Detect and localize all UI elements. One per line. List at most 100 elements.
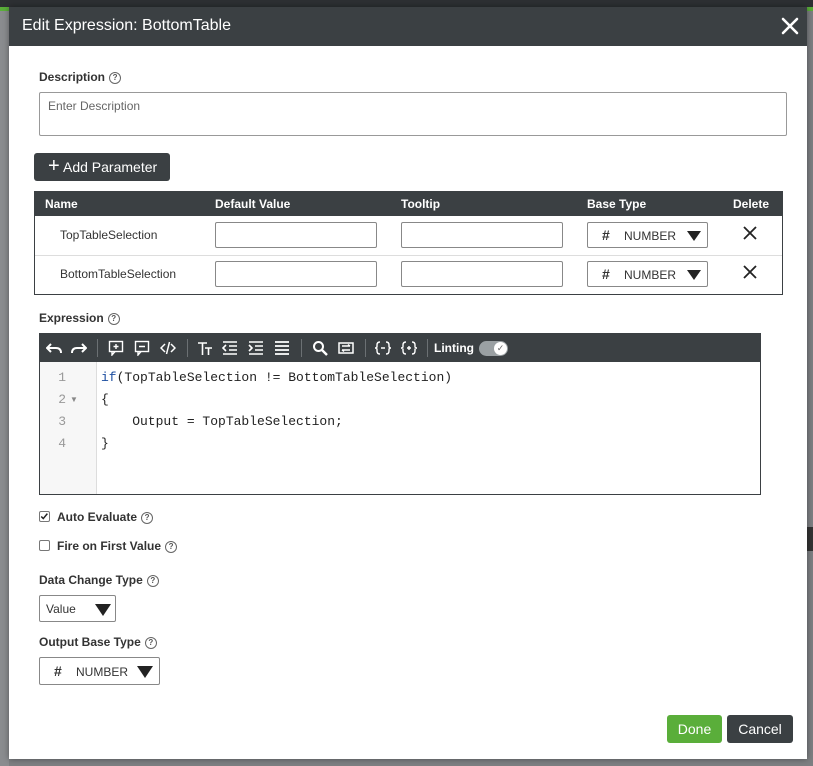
toolbar-divider bbox=[301, 339, 302, 357]
toolbar-divider bbox=[187, 339, 188, 357]
linting-label: Linting bbox=[434, 341, 474, 355]
replace-icon[interactable] bbox=[338, 340, 354, 356]
toolbar-divider bbox=[427, 339, 428, 357]
edit-expression-dialog: Edit Expression: BottomTable Description… bbox=[9, 7, 807, 759]
line-number: 2 bbox=[58, 392, 66, 407]
add-parameter-button[interactable]: + Add Parameter bbox=[34, 153, 170, 181]
output-base-type-select[interactable]: # NUMBER bbox=[39, 657, 160, 685]
cancel-button[interactable]: Cancel bbox=[727, 715, 793, 743]
data-change-type-text: Data Change Type bbox=[39, 573, 143, 587]
help-icon[interactable]: ? bbox=[165, 541, 178, 553]
add-comment-icon[interactable] bbox=[108, 340, 124, 356]
code-line: Output = TopTableSelection; bbox=[101, 414, 343, 429]
parameters-table-header: Name Default Value Tooltip Base Type Del… bbox=[35, 192, 782, 216]
close-icon[interactable] bbox=[779, 15, 801, 37]
checkmark-icon bbox=[40, 513, 48, 520]
output-base-type-label: Output Base Type? bbox=[39, 635, 157, 649]
help-icon[interactable]: ? bbox=[141, 512, 154, 524]
editor-toolbar: Linting ✓ bbox=[40, 334, 760, 362]
format-icon[interactable] bbox=[274, 340, 290, 356]
redo-icon[interactable] bbox=[71, 340, 87, 356]
data-change-type-value: Value bbox=[46, 602, 76, 616]
auto-evaluate-text: Auto Evaluate bbox=[57, 510, 138, 524]
base-type-select[interactable]: # NUMBER bbox=[587, 261, 708, 287]
help-icon[interactable]: ? bbox=[146, 575, 159, 587]
hash-icon: # bbox=[602, 227, 610, 243]
backdrop-right-bar bbox=[807, 527, 813, 551]
parameter-name: TopTableSelection bbox=[60, 228, 158, 242]
remove-comment-icon[interactable] bbox=[134, 340, 150, 356]
chevron-down-icon bbox=[95, 604, 111, 616]
code-text: (TopTableSelection != BottomTableSelecti… bbox=[116, 370, 453, 385]
plus-icon: + bbox=[48, 155, 60, 177]
toolbar-divider bbox=[97, 339, 98, 357]
parameters-table: Name Default Value Tooltip Base Type Del… bbox=[34, 191, 783, 295]
hash-icon: # bbox=[54, 663, 62, 679]
tooltip-input[interactable] bbox=[401, 222, 563, 248]
text-size-icon[interactable] bbox=[197, 340, 213, 356]
help-icon[interactable]: ? bbox=[144, 637, 157, 649]
code-icon[interactable] bbox=[160, 340, 176, 356]
data-change-type-select[interactable]: Value bbox=[39, 595, 116, 622]
description-label: Description? bbox=[39, 70, 122, 84]
expression-label: Expression? bbox=[39, 311, 120, 325]
line-number: 4 bbox=[58, 436, 66, 451]
auto-evaluate-label: Auto Evaluate? bbox=[57, 510, 154, 524]
done-button[interactable]: Done bbox=[667, 715, 722, 743]
column-header-tooltip: Tooltip bbox=[401, 197, 441, 211]
undo-icon[interactable] bbox=[46, 340, 62, 356]
chevron-down-icon bbox=[137, 666, 153, 678]
code-line: { bbox=[101, 392, 109, 407]
tooltip-input[interactable] bbox=[401, 261, 563, 287]
code-area[interactable]: if(TopTableSelection != BottomTableSelec… bbox=[97, 362, 760, 494]
hash-icon: # bbox=[602, 266, 610, 282]
column-header-delete: Delete bbox=[733, 197, 770, 211]
fire-on-first-value-text: Fire on First Value bbox=[57, 539, 162, 553]
line-number-gutter: 1 2 ▼ 3 4 bbox=[40, 362, 97, 494]
code-editor: Linting ✓ 1 2 ▼ 3 4 if(TopTableSelection… bbox=[39, 333, 761, 495]
default-value-input[interactable] bbox=[215, 222, 377, 248]
fire-on-first-value-checkbox[interactable] bbox=[39, 540, 50, 551]
collapse-braces-icon[interactable] bbox=[375, 340, 391, 356]
base-type-value: NUMBER bbox=[624, 229, 677, 243]
column-header-name: Name bbox=[45, 197, 78, 211]
indent-icon[interactable] bbox=[248, 340, 264, 356]
fold-arrow-icon[interactable]: ▼ bbox=[70, 395, 78, 404]
expand-braces-icon[interactable] bbox=[401, 340, 417, 356]
linting-toggle[interactable]: ✓ bbox=[479, 341, 508, 356]
expression-label-text: Expression bbox=[39, 311, 104, 325]
check-icon: ✓ bbox=[494, 342, 507, 355]
add-parameter-label: Add Parameter bbox=[63, 159, 158, 175]
line-number: 3 bbox=[58, 414, 66, 429]
outdent-icon[interactable] bbox=[222, 340, 238, 356]
output-base-type-value: NUMBER bbox=[76, 665, 129, 679]
description-label-text: Description bbox=[39, 70, 106, 84]
default-value-input[interactable] bbox=[215, 261, 377, 287]
code-line: if(TopTableSelection != BottomTableSelec… bbox=[101, 370, 452, 385]
parameter-name: BottomTableSelection bbox=[60, 267, 177, 281]
output-base-type-text: Output Base Type bbox=[39, 635, 141, 649]
fire-on-first-value-label: Fire on First Value? bbox=[57, 539, 178, 553]
chevron-down-icon bbox=[687, 270, 701, 280]
line-number: 1 bbox=[58, 370, 66, 385]
help-icon[interactable]: ? bbox=[109, 72, 122, 84]
delete-icon[interactable] bbox=[742, 264, 758, 280]
description-input[interactable] bbox=[39, 92, 787, 136]
column-header-base-type: Base Type bbox=[587, 197, 647, 211]
search-icon[interactable] bbox=[312, 340, 328, 356]
backdrop-topbar bbox=[0, 0, 813, 7]
column-header-default-value: Default Value bbox=[215, 197, 291, 211]
dialog-header: Edit Expression: BottomTable bbox=[9, 7, 807, 46]
code-line: } bbox=[101, 436, 109, 451]
dialog-title: Edit Expression: BottomTable bbox=[22, 17, 231, 34]
base-type-value: NUMBER bbox=[624, 268, 677, 282]
table-row: TopTableSelection # NUMBER bbox=[35, 216, 782, 256]
keyword-if: if bbox=[101, 370, 117, 385]
backdrop-left-panel bbox=[0, 11, 9, 766]
help-icon[interactable]: ? bbox=[107, 313, 120, 325]
auto-evaluate-checkbox[interactable] bbox=[39, 511, 50, 522]
chevron-down-icon bbox=[687, 231, 701, 241]
base-type-select[interactable]: # NUMBER bbox=[587, 222, 708, 248]
delete-icon[interactable] bbox=[742, 225, 758, 241]
toolbar-divider bbox=[365, 339, 366, 357]
